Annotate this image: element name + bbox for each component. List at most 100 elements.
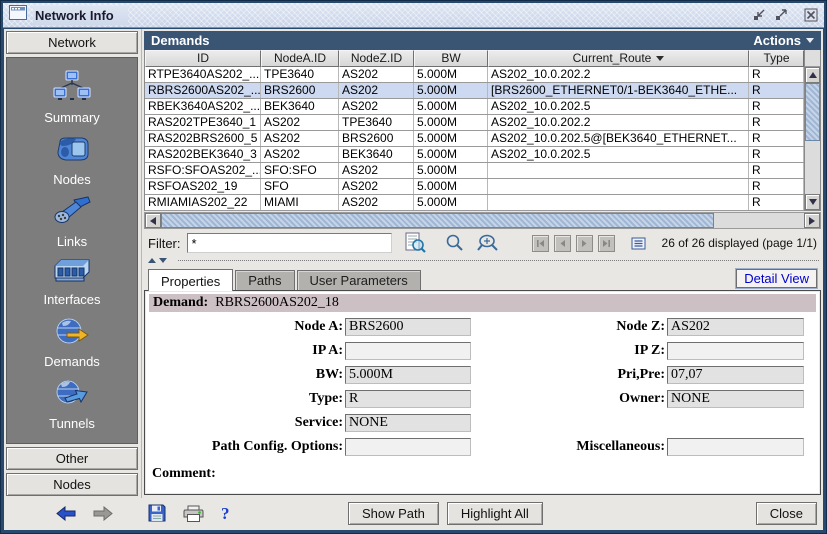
prev-page-button[interactable] [554, 235, 571, 252]
expand-down-icon[interactable] [159, 258, 167, 263]
first-page-button[interactable] [532, 235, 549, 252]
column-header-nodez[interactable]: NodeZ.ID [339, 50, 414, 67]
vertical-scroll-thumb[interactable] [805, 83, 820, 141]
footer-bar: ? Show Path Highlight All Close [4, 498, 823, 530]
titlebar[interactable]: Network Info [3, 3, 824, 28]
search-icon[interactable] [444, 233, 464, 253]
scroll-right-button[interactable] [804, 213, 820, 228]
cell-route: AS202_10.0.202.2 [488, 115, 749, 130]
vertical-scroll-track[interactable] [805, 83, 820, 194]
nodes-button[interactable]: Nodes [6, 473, 138, 496]
column-header-route[interactable]: Current_Route [488, 50, 749, 67]
table-row[interactable]: RAS202BEK3640_3 AS202 BEK3640 5.000M AS2… [145, 147, 804, 163]
tab-properties[interactable]: Properties [148, 269, 233, 291]
main-panel: Demands Actions ID NodeA.ID NodeZ.ID BW [142, 29, 823, 498]
filter-bar: Filter: [144, 229, 821, 257]
cell-type: R [749, 131, 804, 146]
ip-a-field[interactable] [345, 342, 471, 360]
save-icon[interactable] [148, 504, 166, 522]
close-icon[interactable] [803, 8, 818, 23]
cell-id: RMIAMIAS202_22 [145, 195, 261, 210]
tunnel-globe-icon [53, 378, 91, 413]
cell-bw: 5.000M [414, 67, 488, 82]
table-row-selected[interactable]: RBRS2600AS202_... BRS2600 AS202 5.000M [… [145, 83, 804, 99]
column-header-nodea[interactable]: NodeA.ID [261, 50, 339, 67]
table-row[interactable]: RTPE3640AS202_... TPE3640 AS202 5.000M A… [145, 67, 804, 83]
network-button[interactable]: Network [6, 31, 138, 54]
scroll-left-button[interactable] [145, 213, 161, 228]
pri-pre-field[interactable]: 07,07 [667, 366, 804, 384]
filter-preview-icon[interactable] [404, 232, 426, 254]
sidebar-item-interfaces[interactable]: Interfaces [43, 258, 100, 307]
filter-input[interactable] [187, 233, 392, 253]
maximize-icon[interactable] [773, 8, 788, 23]
highlight-all-button[interactable]: Highlight All [447, 502, 543, 525]
column-header-type[interactable]: Type [749, 50, 804, 67]
horizontal-scrollbar[interactable] [144, 212, 821, 229]
cell-bw: 5.000M [414, 83, 488, 98]
sidebar-item-tunnels[interactable]: Tunnels [49, 378, 95, 431]
type-field[interactable]: R [345, 390, 471, 408]
cell-nodez: AS202 [339, 163, 414, 178]
detail-view-button[interactable]: Detail View [736, 269, 817, 288]
service-field[interactable]: NONE [345, 414, 471, 432]
cell-bw: 5.000M [414, 147, 488, 162]
cell-id: RTPE3640AS202_... [145, 67, 261, 82]
show-path-button[interactable]: Show Path [348, 502, 439, 525]
other-button[interactable]: Other [6, 447, 138, 470]
table-row[interactable]: RBEK3640AS202_... BEK3640 AS202 5.000M A… [145, 99, 804, 115]
split-pane-divider[interactable] [144, 257, 821, 266]
restore-icon[interactable] [751, 8, 766, 23]
cell-nodez: AS202 [339, 195, 414, 210]
table-row[interactable]: RAS202BRS2600_5 AS202 BRS2600 5.000M AS2… [145, 131, 804, 147]
back-icon[interactable] [56, 506, 76, 521]
last-page-button[interactable] [598, 235, 615, 252]
tab-paths[interactable]: Paths [235, 270, 294, 290]
sidebar-item-summary[interactable]: Summary [44, 70, 100, 125]
miscellaneous-field[interactable] [667, 438, 804, 456]
pri-pre-label: Pri,Pre: [471, 367, 667, 383]
cell-type: R [749, 179, 804, 194]
comment-label: Comment: [152, 466, 216, 482]
node-z-field[interactable]: AS202 [667, 318, 804, 336]
actions-menu-button[interactable]: Actions [753, 33, 814, 48]
horizontal-scroll-thumb[interactable] [161, 213, 714, 228]
owner-label: Owner: [471, 391, 667, 407]
print-icon[interactable] [183, 505, 204, 522]
page-size-icon[interactable] [631, 237, 646, 250]
sidebar: Network Summary [4, 29, 142, 498]
table-header-row: ID NodeA.ID NodeZ.ID BW Current_Route Ty… [145, 50, 804, 67]
path-config-field[interactable] [345, 438, 471, 456]
scroll-up-button[interactable] [805, 67, 820, 83]
ip-z-field[interactable] [667, 342, 804, 360]
node-a-field[interactable]: BRS2600 [345, 318, 471, 336]
scroll-down-button[interactable] [805, 194, 820, 210]
cell-bw: 5.000M [414, 179, 488, 194]
filter-label: Filter: [148, 236, 181, 251]
forward-icon[interactable] [93, 506, 113, 521]
cell-type: R [749, 115, 804, 130]
owner-field[interactable]: NONE [667, 390, 804, 408]
table-row[interactable]: RMIAMIAS202_22 MIAMI AS202 5.000M R [145, 195, 804, 211]
table-row[interactable]: RSFO:SFOAS202_... SFO:SFO AS202 5.000M R [145, 163, 804, 179]
bw-field[interactable]: 5.000M [345, 366, 471, 384]
expand-up-icon[interactable] [148, 258, 156, 263]
horizontal-scroll-track[interactable] [161, 213, 804, 228]
window-title: Network Info [33, 6, 128, 25]
next-page-button[interactable] [576, 235, 593, 252]
sidebar-item-demands[interactable]: Demands [44, 316, 100, 369]
cell-id: RSFOAS202_19 [145, 179, 261, 194]
table-row[interactable]: RAS202TPE3640_1 AS202 TPE3640 5.000M AS2… [145, 115, 804, 131]
table-row[interactable]: RSFOAS202_19 SFO AS202 5.000M R [145, 179, 804, 195]
sidebar-item-links[interactable]: Links [52, 196, 92, 249]
tab-user-parameters[interactable]: User Parameters [297, 270, 421, 290]
cell-route: AS202_10.0.202.5 [488, 99, 749, 114]
close-button[interactable]: Close [756, 502, 817, 525]
actions-label: Actions [753, 33, 801, 48]
help-icon[interactable]: ? [221, 505, 230, 522]
sidebar-item-nodes[interactable]: Nodes [52, 134, 92, 187]
vertical-scrollbar[interactable] [804, 50, 820, 210]
column-header-bw[interactable]: BW [414, 50, 488, 67]
column-header-id[interactable]: ID [145, 50, 261, 67]
search-page-icon[interactable] [476, 233, 500, 253]
